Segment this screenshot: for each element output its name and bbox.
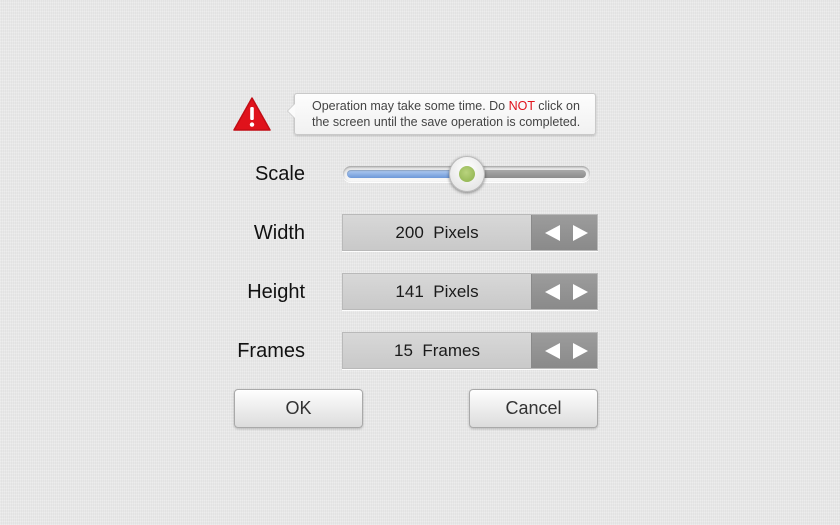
height-stepper[interactable]: 141 Pixels [342,273,598,310]
width-increase-arrow-icon[interactable] [573,225,588,241]
warning-line-1: Operation may take some time. Do NOT cli… [312,99,580,113]
warning-triangle-icon [233,97,271,131]
frames-increase-arrow-icon[interactable] [573,343,588,359]
warning-message: Operation may take some time. Do NOT cli… [287,93,596,135]
slider-thumb-dot [458,166,475,182]
width-value-field[interactable]: 200 Pixels [343,215,531,250]
frames-label: Frames [237,340,305,362]
height-label: Height [247,281,305,303]
warning-line-2: the screen until the save operation is c… [312,114,581,129]
height-value-field[interactable]: 141 Pixels [343,274,531,309]
width-stepper-arrows [531,215,597,250]
width-stepper[interactable]: 200 Pixels [342,214,598,251]
width-decrease-arrow-icon[interactable] [545,225,560,241]
warning-emphasis: NOT [508,99,535,113]
frames-stepper-arrows [531,333,597,368]
height-decrease-arrow-icon[interactable] [545,284,560,300]
scale-label: Scale [254,163,305,185]
cancel-button[interactable]: Cancel [469,389,598,428]
width-label: Width [253,222,305,244]
height-increase-arrow-icon[interactable] [573,284,588,300]
frames-decrease-arrow-icon[interactable] [545,343,560,359]
ok-button[interactable]: OK [234,389,363,428]
scale-slider[interactable] [343,156,590,192]
frames-stepper[interactable]: 15 Frames [342,332,598,369]
frames-value-field[interactable]: 15 Frames [343,333,531,368]
slider-thumb[interactable] [448,156,485,192]
height-stepper-arrows [531,274,597,309]
